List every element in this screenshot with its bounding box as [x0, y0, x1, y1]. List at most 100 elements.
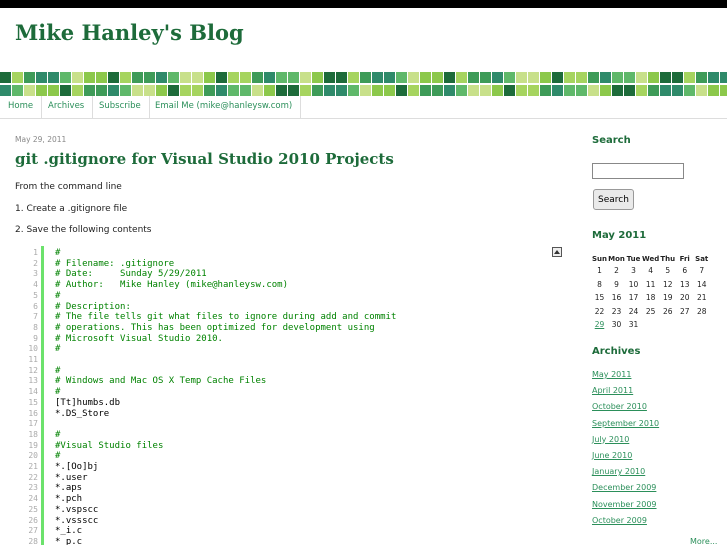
mosaic-tile	[504, 85, 515, 96]
line-number: 18	[28, 429, 38, 439]
line-number: 21	[28, 462, 38, 471]
line-number: 13	[28, 376, 38, 386]
code-text: *.pch	[55, 494, 83, 505]
mosaic-tile	[72, 85, 83, 96]
mosaic-tile	[696, 72, 707, 83]
calendar-weekday: Sun	[591, 254, 607, 263]
code-text: *.user	[55, 472, 88, 483]
scroll-up-arrow-icon[interactable]	[552, 247, 562, 257]
mosaic-tile	[456, 85, 467, 96]
mosaic-tile	[348, 72, 359, 83]
calendar-weekday: Wed	[642, 254, 660, 263]
code-text: *_i.c	[55, 526, 83, 537]
search-input[interactable]	[592, 163, 684, 179]
mosaic-tile	[228, 85, 239, 96]
code-text: # Microsoft Visual Studio 2010.	[55, 333, 223, 344]
mosaic-tile	[60, 85, 71, 96]
mosaic-tile	[552, 72, 563, 83]
mosaic-tile	[696, 85, 707, 96]
post-paragraph: 1. Create a .gitignore file	[15, 204, 128, 214]
mosaic-tile	[516, 72, 527, 83]
mosaic-tile	[348, 85, 359, 96]
mosaic-tile	[288, 72, 299, 83]
calendar-heading: May 2011	[592, 230, 647, 241]
line-number: 11	[28, 355, 38, 364]
mosaic-tile	[588, 72, 599, 83]
code-text: *.vspscc	[55, 504, 99, 515]
mosaic-tile	[48, 72, 59, 83]
mosaic-tile	[660, 72, 671, 83]
mosaic-tile	[168, 85, 179, 96]
mosaic-tile	[36, 72, 47, 83]
nav-email-me[interactable]: Email Me (mike@hanleysw.com)	[147, 96, 302, 118]
archive-link[interactable]: November 2009	[592, 500, 659, 516]
mosaic-tile	[216, 85, 227, 96]
mosaic-tile	[636, 72, 647, 83]
code-text: #	[55, 344, 61, 355]
line-number: 26	[28, 515, 38, 525]
mosaic-tile	[48, 85, 59, 96]
nav-home[interactable]: Home	[0, 96, 43, 118]
code-text: #	[55, 365, 61, 376]
archive-link[interactable]: July 2010	[592, 435, 659, 451]
archive-link[interactable]: September 2010	[592, 419, 659, 435]
line-number: 2	[33, 258, 38, 268]
calendar-day: 2	[614, 266, 619, 276]
archive-link[interactable]: January 2010	[592, 467, 659, 483]
mosaic-tile	[120, 85, 131, 96]
mosaic-tile	[552, 85, 563, 96]
mosaic-tile	[480, 72, 491, 83]
archive-link[interactable]: October 2010	[592, 402, 659, 418]
line-number: 25	[28, 504, 38, 514]
archives-heading: Archives	[592, 346, 641, 357]
calendar-day: 11	[645, 279, 656, 289]
calendar-day: 15	[594, 293, 605, 303]
line-number: 28	[28, 536, 38, 545]
mosaic-tile	[648, 85, 659, 96]
mosaic-tile	[576, 72, 587, 83]
calendar: Sun Mon Tue Wed Thu Fri Sat 1 2 3 4 5 6 7 8 9 10 11 12 13 14…	[591, 253, 710, 332]
post-paragraph: 2. Save the following contents	[15, 225, 152, 235]
mosaic-row	[0, 85, 727, 96]
line-number: 10	[28, 344, 38, 354]
mosaic-tile	[132, 85, 143, 96]
post-title[interactable]: git .gitignore for Visual Studio 2010 Pr…	[15, 150, 394, 168]
calendar-day	[659, 318, 676, 332]
mosaic-tile	[456, 72, 467, 83]
calendar-day: 1	[597, 266, 602, 276]
mosaic-tile	[432, 85, 443, 96]
archive-link[interactable]: April 2011	[592, 386, 659, 402]
calendar-day[interactable]: 29	[591, 318, 608, 332]
archive-link[interactable]: June 2010	[592, 451, 659, 467]
mosaic-tile	[648, 72, 659, 83]
mosaic-tile	[252, 72, 263, 83]
mosaic-tile	[0, 72, 11, 83]
mosaic-tile	[312, 85, 323, 96]
mosaic-tile	[60, 72, 71, 83]
mosaic-tile	[24, 72, 35, 83]
search-button[interactable]: Search	[593, 189, 634, 210]
code-text: [Tt]humbs.db	[55, 397, 121, 408]
line-number: 15	[28, 397, 38, 407]
archive-link[interactable]: May 2011	[592, 370, 659, 386]
top-nav: Home Archives Subscribe Email Me (mike@h…	[0, 96, 727, 119]
mosaic-tile	[564, 85, 575, 96]
mosaic-tile	[600, 72, 611, 83]
mosaic-tile	[588, 85, 599, 96]
mosaic-tile	[492, 72, 503, 83]
archive-link[interactable]: October 2009	[592, 516, 659, 532]
blog-title[interactable]: Mike Hanley's Blog	[15, 20, 244, 45]
mosaic-tile	[684, 72, 695, 83]
nav-archives[interactable]: Archives	[40, 96, 94, 118]
calendar-day: 25	[645, 306, 656, 316]
nav-subscribe[interactable]: Subscribe	[91, 96, 150, 118]
line-number: 14	[28, 387, 38, 397]
post-paragraph: From the command line	[15, 182, 122, 192]
code-gutter-bar	[41, 246, 44, 545]
code-text: # Author: Mike Hanley (mike@hanleysw.com…	[55, 280, 288, 291]
archive-link[interactable]: December 2009	[592, 483, 659, 499]
post-date: May 29, 2011	[15, 135, 67, 144]
line-number: 9	[33, 333, 38, 343]
calendar-weekday: Fri	[679, 254, 690, 263]
mosaic-tile	[468, 72, 479, 83]
